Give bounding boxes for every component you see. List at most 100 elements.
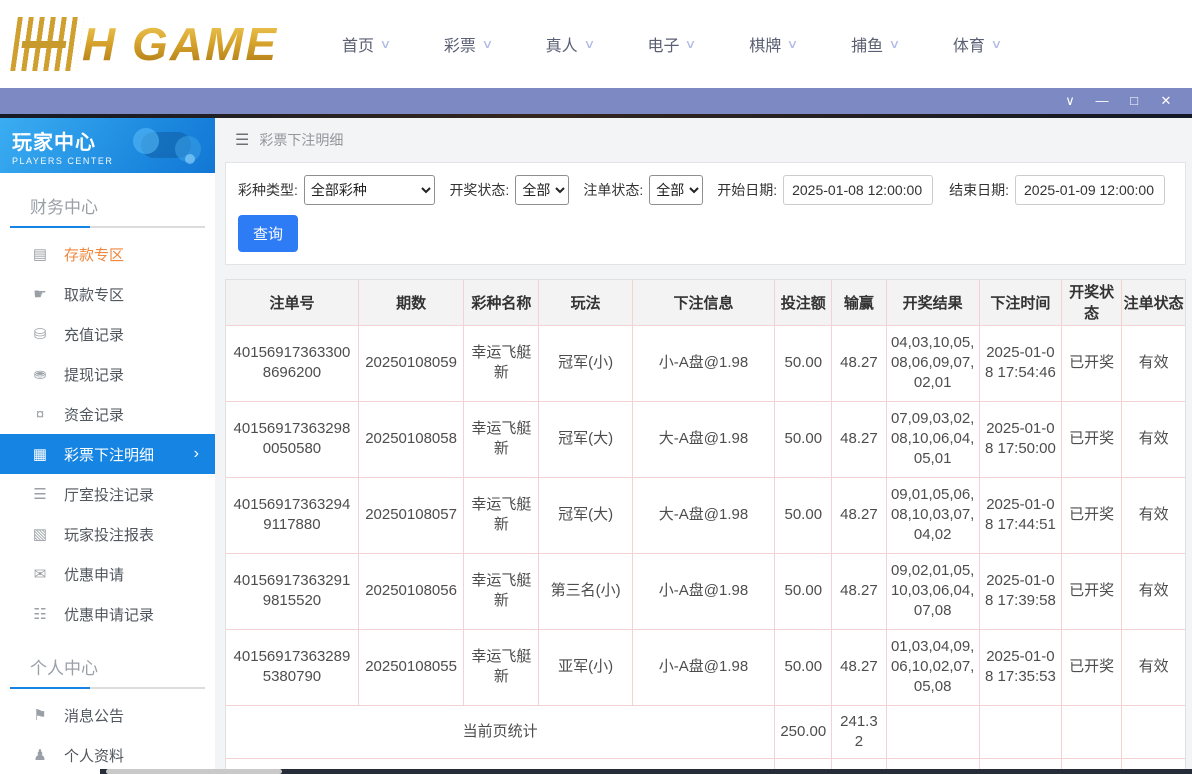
cell-period: 20250108056 bbox=[358, 553, 463, 629]
col-header-bet-amount: 投注额 bbox=[775, 280, 832, 325]
cell-win-loss: 48.27 bbox=[832, 401, 886, 477]
coin-icon: ¤ bbox=[30, 406, 50, 423]
cell-bet-amount: 50.00 bbox=[775, 325, 832, 401]
draw-status-select[interactable]: 全部 bbox=[515, 175, 569, 205]
order-status-label: 注单状态: bbox=[583, 180, 643, 200]
scrollbar-thumb[interactable] bbox=[106, 769, 282, 774]
cell-win-loss: 48.27 bbox=[832, 553, 886, 629]
summary-row: 当前页统计250.00241.32 bbox=[226, 705, 1185, 758]
sidebar-item-label: 个人资料 bbox=[64, 745, 124, 766]
sidebar-item-0-3[interactable]: ⛂提现记录 bbox=[0, 354, 215, 394]
sidebar-item-0-0[interactable]: ▤存款专区 bbox=[0, 234, 215, 274]
sidebar-item-0-4[interactable]: ¤资金记录 bbox=[0, 394, 215, 434]
chevron-down-icon: ∨ bbox=[583, 37, 595, 51]
chevron-down-icon: ∨ bbox=[481, 37, 493, 51]
sidebar-item-label: 优惠申请 bbox=[64, 564, 124, 585]
sidebar-item-label: 消息公告 bbox=[64, 705, 124, 726]
cell-bet-info: 小-A盘@1.98 bbox=[632, 629, 774, 705]
bell-icon: ⚑ bbox=[30, 706, 50, 724]
sidebar-item-0-7[interactable]: ▧玩家投注报表 bbox=[0, 514, 215, 554]
cell-order-no: 401569173632895380790 bbox=[226, 629, 358, 705]
sidebar-item-label: 充值记录 bbox=[64, 324, 124, 345]
cell-period: 20250108057 bbox=[358, 477, 463, 553]
hamburger-icon[interactable]: ☰ bbox=[235, 130, 249, 150]
end-date-input[interactable] bbox=[1015, 175, 1165, 205]
sidebar-item-0-6[interactable]: ☰厅室投注记录 bbox=[0, 474, 215, 514]
sidebar-menu: ⚑消息公告♟个人资料⚙修改密码 bbox=[0, 695, 215, 774]
col-header-draw-result: 开奖结果 bbox=[886, 280, 979, 325]
nav-item-2[interactable]: 彩票 ∨ bbox=[444, 32, 492, 56]
window-maximize-icon[interactable]: □ bbox=[1118, 88, 1150, 114]
cell-win-loss: 48.27 bbox=[832, 325, 886, 401]
nav-item-5[interactable]: 棋牌∨ bbox=[749, 32, 797, 56]
logo-bars-icon bbox=[10, 17, 84, 71]
cell-period: 20250108055 bbox=[358, 629, 463, 705]
col-header-win-loss: 输赢 bbox=[832, 280, 886, 325]
nav-item-label: 体育 bbox=[953, 32, 985, 56]
brand-logo[interactable]: H GAME bbox=[14, 9, 278, 79]
gamepad-icon bbox=[135, 128, 197, 164]
cell-order-status: 有效 bbox=[1122, 477, 1185, 553]
window-titlebar: ∨ — □ ✕ bbox=[0, 88, 1192, 114]
nav-item-label: 电子 bbox=[647, 32, 679, 56]
cell-draw-result: 01,03,04,09,06,10,02,07,05,08 bbox=[886, 629, 979, 705]
lottery-type-label: 彩种类型: bbox=[238, 180, 298, 200]
ticket-list-icon: ▦ bbox=[30, 445, 50, 463]
sidebar-item-label: 玩家投注报表 bbox=[64, 524, 154, 545]
sidebar-item-label: 存款专区 bbox=[64, 244, 124, 265]
table-row: 40156917363298005058020250108058幸运飞艇新冠军(… bbox=[226, 401, 1185, 477]
chevron-down-icon: ∨ bbox=[787, 37, 799, 51]
nav-item-label: 首页 bbox=[342, 32, 374, 56]
cell-bet-info: 小-A盘@1.98 bbox=[632, 325, 774, 401]
table-row: 40156917363289538079020250108055幸运飞艇新亚军(… bbox=[226, 629, 1185, 705]
cell-play: 冠军(大) bbox=[539, 401, 632, 477]
cell-lottery-name: 幸运飞艇新 bbox=[464, 477, 539, 553]
breadcrumb: ☰ 彩票下注明细 bbox=[225, 118, 1186, 162]
person-icon: ♟ bbox=[30, 746, 50, 764]
cell-win-loss: 48.27 bbox=[832, 477, 886, 553]
sidebar-item-label: 彩票下注明细 bbox=[64, 444, 154, 465]
col-header-draw-status: 开奖状态 bbox=[1062, 280, 1122, 325]
site-header: H GAME 首页∨彩票∨真人∨电子∨棋牌∨捕鱼∨体育∨ bbox=[0, 0, 1192, 88]
filter-panel: 彩种类型: 全部彩种 开奖状态: 全部 注单状态: 全部 开始日期: 结束日期:… bbox=[225, 162, 1186, 265]
nav-item-6[interactable]: 捕鱼∨ bbox=[851, 32, 899, 56]
bets-table-card: 注单号期数彩种名称玩法下注信息投注额输赢开奖结果下注时间开奖状态注单状态 401… bbox=[225, 279, 1186, 774]
cell-bet-info: 小-A盘@1.98 bbox=[632, 553, 774, 629]
cell-draw-result: 09,01,05,06,08,10,03,07,04,02 bbox=[886, 477, 979, 553]
nav-item-3[interactable]: 真人∨ bbox=[546, 32, 594, 56]
sidebar-item-0-8[interactable]: ✉ 优惠申请 bbox=[0, 554, 215, 594]
search-button[interactable]: 查询 bbox=[238, 215, 298, 252]
window-minimize-icon[interactable]: — bbox=[1086, 88, 1118, 114]
window-dropdown-icon[interactable]: ∨ bbox=[1054, 88, 1086, 114]
sidebar-item-0-5[interactable]: ▦彩票下注明细› bbox=[0, 434, 215, 474]
cell-order-no: 401569173632980050580 bbox=[226, 401, 358, 477]
nav-item-4[interactable]: 电子∨ bbox=[647, 32, 695, 56]
cell-draw-result: 04,03,10,05,08,06,09,07,02,01 bbox=[886, 325, 979, 401]
cell-order-no: 401569173632919815520 bbox=[226, 553, 358, 629]
promo-icon: ✉ bbox=[30, 565, 50, 583]
nav-item-7[interactable]: 体育∨ bbox=[953, 32, 1001, 56]
nav-item-label: 捕鱼 bbox=[851, 32, 883, 56]
lottery-type-select[interactable]: 全部彩种 bbox=[304, 175, 436, 205]
cell-draw-result: 07,09,03,02,08,10,06,04,05,01 bbox=[886, 401, 979, 477]
nav-item-1[interactable]: 首页∨ bbox=[342, 32, 390, 56]
window-close-icon[interactable]: ✕ bbox=[1150, 88, 1182, 114]
money-bag-icon: ⛁ bbox=[30, 325, 50, 343]
cell-bet-amount: 50.00 bbox=[775, 477, 832, 553]
cell-bet-amount: 50.00 bbox=[775, 629, 832, 705]
sidebar-item-0-2[interactable]: ⛁ 充值记录 bbox=[0, 314, 215, 354]
col-header-play: 玩法 bbox=[539, 280, 632, 325]
sidebar-item-0-9[interactable]: ☷优惠申请记录 bbox=[0, 594, 215, 634]
main-nav: 首页∨彩票∨真人∨电子∨棋牌∨捕鱼∨体育∨ bbox=[342, 32, 1001, 56]
cell-bet-time: 2025-01-08 17:54:46 bbox=[979, 325, 1061, 401]
sidebar-item-0-1[interactable]: ☛取款专区 bbox=[0, 274, 215, 314]
horizontal-scrollbar[interactable] bbox=[100, 769, 1192, 774]
cell-play: 第三名(小) bbox=[539, 553, 632, 629]
start-date-input[interactable] bbox=[783, 175, 933, 205]
sidebar-item-1-0[interactable]: ⚑ 消息公告 bbox=[0, 695, 215, 735]
cell-order-no: 401569173632949117880 bbox=[226, 477, 358, 553]
cell-lottery-name: 幸运飞艇新 bbox=[464, 325, 539, 401]
nav-item-label: 彩票 bbox=[444, 32, 476, 56]
cell-period: 20250108058 bbox=[358, 401, 463, 477]
order-status-select[interactable]: 全部 bbox=[649, 175, 703, 205]
